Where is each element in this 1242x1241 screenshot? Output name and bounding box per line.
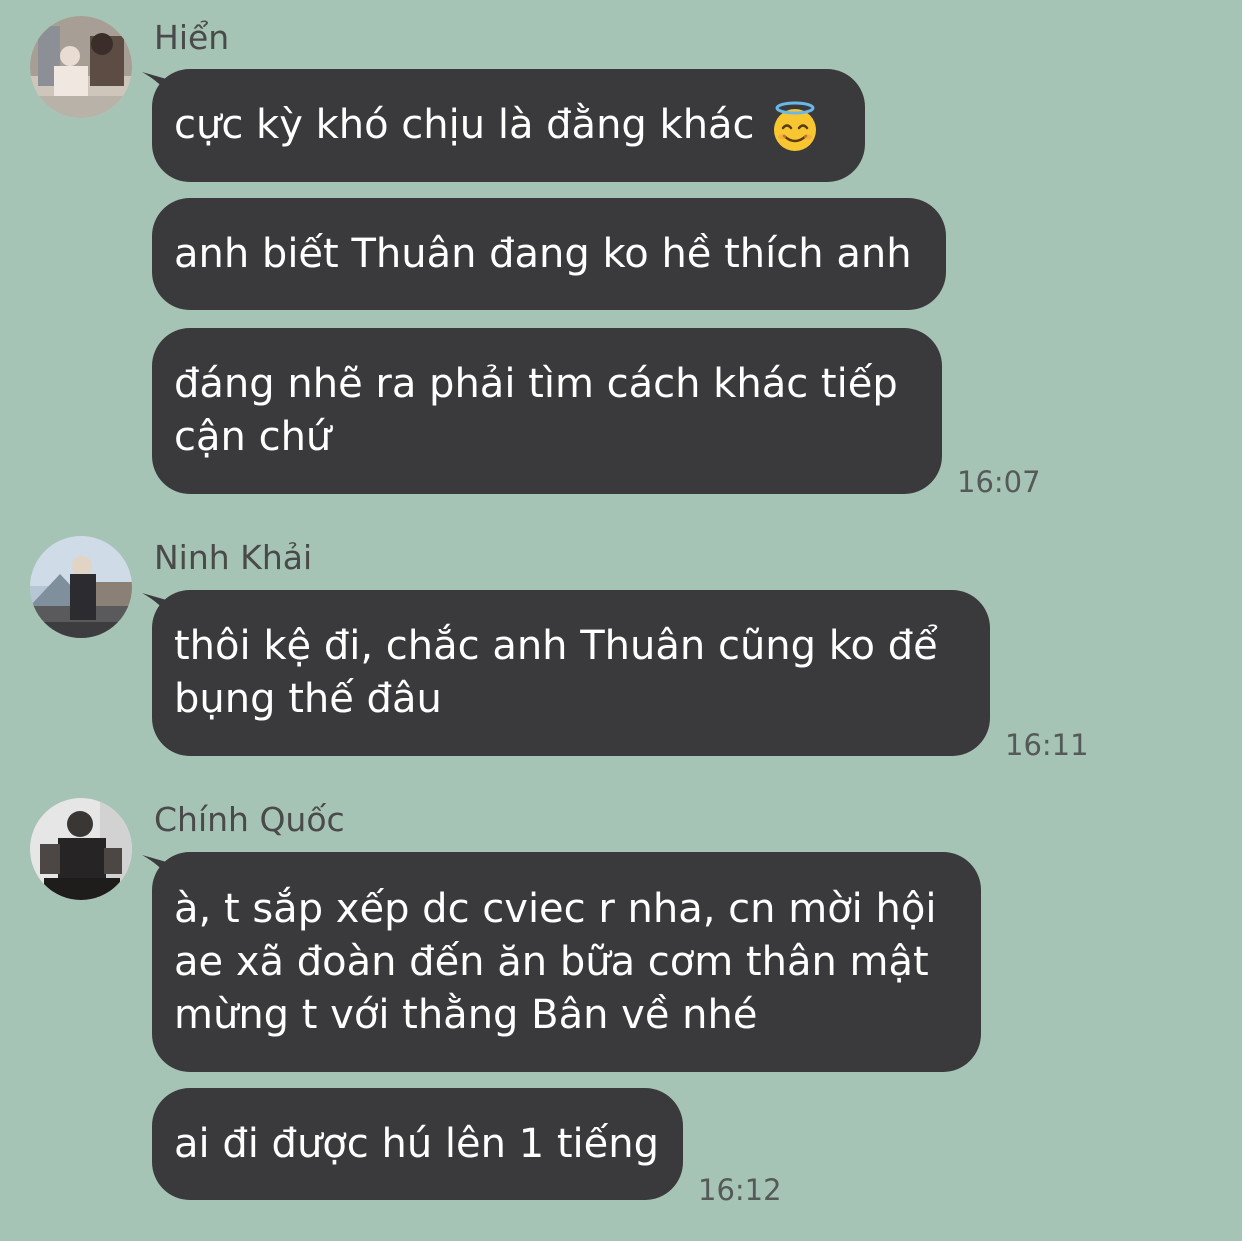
smiling-face-with-halo-icon bbox=[773, 101, 816, 151]
message-text: cực kỳ khó chịu là đằng khác bbox=[174, 102, 755, 148]
sender-name-chinh-quoc: Chính Quốc bbox=[154, 800, 345, 839]
message-timestamp: 16:11 bbox=[1005, 728, 1089, 762]
avatar-ninh-khai[interactable] bbox=[30, 536, 132, 638]
message-bubble[interactable]: à, t sắp xếp dc cviec r nha, cn mời hội … bbox=[152, 852, 981, 1072]
sender-name-ninh-khai: Ninh Khải bbox=[154, 538, 313, 577]
message-timestamp: 16:07 bbox=[957, 465, 1041, 499]
message-timestamp: 16:12 bbox=[698, 1173, 782, 1207]
message-bubble[interactable]: đáng nhẽ ra phải tìm cách khác tiếp cận … bbox=[152, 328, 942, 494]
avatar-hien[interactable] bbox=[30, 16, 132, 118]
message-text: à, t sắp xếp dc cviec r nha, cn mời hội … bbox=[174, 885, 937, 1038]
avatar-photo-icon bbox=[30, 798, 132, 900]
message-bubble[interactable]: ai đi được hú lên 1 tiếng bbox=[152, 1088, 683, 1200]
message-text: đáng nhẽ ra phải tìm cách khác tiếp cận … bbox=[174, 361, 898, 460]
message-text: ai đi được hú lên 1 tiếng bbox=[174, 1120, 659, 1167]
avatar-photo-icon bbox=[30, 536, 132, 638]
avatar-chinh-quoc[interactable] bbox=[30, 798, 132, 900]
message-bubble[interactable]: cực kỳ khó chịu là đằng khác bbox=[152, 69, 865, 182]
sender-name-hien: Hiển bbox=[154, 18, 230, 57]
message-text: thôi kệ đi, chắc anh Thuân cũng ko để bụ… bbox=[174, 623, 938, 722]
message-bubble[interactable]: anh biết Thuân đang ko hề thích anh bbox=[152, 198, 946, 310]
avatar-photo-icon bbox=[30, 16, 132, 118]
message-bubble[interactable]: thôi kệ đi, chắc anh Thuân cũng ko để bụ… bbox=[152, 590, 990, 756]
message-text: anh biết Thuân đang ko hề thích anh bbox=[174, 230, 912, 277]
